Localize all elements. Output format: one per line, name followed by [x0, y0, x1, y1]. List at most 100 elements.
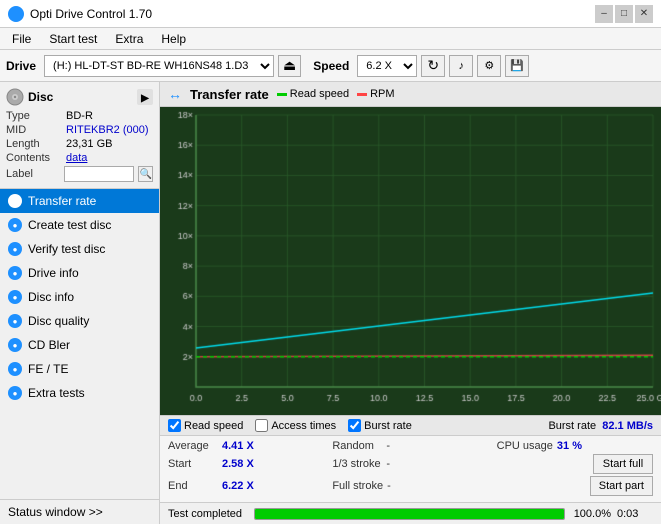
access-times-checkbox[interactable] — [255, 419, 268, 432]
refresh-button[interactable]: ↻ — [421, 55, 445, 77]
disc-label-row: Label 🔍 — [6, 166, 153, 182]
stat-start-full-area: Start full — [497, 454, 653, 474]
nav-item-create-test-disc[interactable]: ● Create test disc — [0, 213, 159, 237]
stats-row-1: Start 2.58 X 1/3 stroke - Start full — [168, 454, 653, 474]
drive-select[interactable]: (H:) HL-DT-ST BD-RE WH16NS48 1.D3 — [44, 55, 274, 77]
read-speed-checkbox[interactable] — [168, 419, 181, 432]
menu-help[interactable]: Help — [153, 30, 194, 48]
settings-button[interactable]: ⚙ — [477, 55, 501, 77]
burst-rate-checkbox-label[interactable]: Burst rate — [348, 419, 412, 432]
nav-label-disc-info: Disc info — [28, 290, 74, 304]
start-part-button[interactable]: Start part — [590, 476, 653, 496]
menu-start-test[interactable]: Start test — [41, 30, 105, 48]
legend-read-dot — [277, 93, 287, 96]
music-button[interactable]: ♪ — [449, 55, 473, 77]
stat-full-stroke-value: - — [387, 480, 391, 492]
nav-item-fe-te[interactable]: ● FE / TE — [0, 357, 159, 381]
speed-select[interactable]: 6.2 X Max 1.0 X 2.0 X 4.0 X 8.0 X — [357, 55, 417, 77]
stat-average: Average 4.41 X — [168, 440, 324, 452]
disc-label: Disc — [28, 90, 53, 104]
disc-icon — [6, 88, 24, 106]
disc-label-input[interactable] — [64, 166, 134, 182]
stat-end-label: End — [168, 480, 218, 492]
nav-list: ● Transfer rate ● Create test disc ● Ver… — [0, 189, 159, 499]
title-bar: Opti Drive Control 1.70 – □ ✕ — [0, 0, 661, 28]
status-window-button[interactable]: Status window >> — [0, 499, 159, 524]
save-button[interactable]: 💾 — [505, 55, 529, 77]
disc-mid-label: MID — [6, 124, 66, 136]
stat-cpu-value: 31 % — [557, 440, 597, 452]
nav-item-verify-test-disc[interactable]: ● Verify test disc — [0, 237, 159, 261]
menu-file[interactable]: File — [4, 30, 39, 48]
access-times-label: Access times — [271, 420, 336, 432]
legend-read-label: Read speed — [290, 88, 349, 100]
stat-start: Start 2.58 X — [168, 458, 324, 470]
eject-button[interactable]: ⏏ — [278, 55, 301, 77]
disc-contents-label: Contents — [6, 152, 66, 164]
disc-contents-value[interactable]: data — [66, 152, 87, 164]
nav-dot-fe-te: ● — [8, 362, 22, 376]
chart-title: Transfer rate — [190, 87, 269, 102]
main-area: Disc ▶ Type BD-R MID RITEKBR2 (000) Leng… — [0, 82, 661, 524]
stat-cpu-label: CPU usage — [497, 440, 553, 452]
app-icon — [8, 6, 24, 22]
maximize-button[interactable]: □ — [615, 5, 633, 23]
stat-1-3-label: 1/3 stroke — [332, 458, 382, 470]
disc-type-value: BD-R — [66, 110, 93, 122]
progress-bar-area: Test completed 100.0% 0:03 — [160, 502, 661, 524]
menu-extra[interactable]: Extra — [107, 30, 151, 48]
progress-fill — [255, 509, 564, 519]
disc-label-action-button[interactable]: 🔍 — [138, 166, 153, 182]
nav-item-cd-bler[interactable]: ● CD Bler — [0, 333, 159, 357]
chart-icon: ↔ — [168, 86, 182, 102]
access-times-checkbox-label[interactable]: Access times — [255, 419, 336, 432]
stats-row-2: End 6.22 X Full stroke - Start part — [168, 476, 653, 496]
nav-dot-extra-tests: ● — [8, 386, 22, 400]
svg-text:▶: ▶ — [140, 93, 150, 104]
nav-dot-verify-test-disc: ● — [8, 242, 22, 256]
nav-item-drive-info[interactable]: ● Drive info — [0, 261, 159, 285]
title-bar-left: Opti Drive Control 1.70 — [8, 6, 152, 22]
stat-start-part-area: Start part — [497, 476, 653, 496]
disc-contents-row: Contents data — [6, 152, 153, 164]
stat-average-label: Average — [168, 440, 218, 452]
disc-action-icon[interactable]: ▶ — [137, 89, 153, 105]
nav-item-disc-info[interactable]: ● Disc info — [0, 285, 159, 309]
nav-dot-disc-quality: ● — [8, 314, 22, 328]
chart-controls: Read speed Access times Burst rate Burst… — [160, 415, 661, 435]
stats-row-0: Average 4.41 X Random - CPU usage 31 % — [168, 440, 653, 452]
stats-area: Average 4.41 X Random - CPU usage 31 % S… — [160, 435, 661, 502]
chart-area — [160, 107, 661, 415]
close-button[interactable]: ✕ — [635, 5, 653, 23]
burst-rate-label: Burst rate — [364, 420, 412, 432]
start-full-button[interactable]: Start full — [593, 454, 653, 474]
nav-item-disc-quality[interactable]: ● Disc quality — [0, 309, 159, 333]
nav-item-extra-tests[interactable]: ● Extra tests — [0, 381, 159, 405]
stat-full-stroke: Full stroke - — [332, 480, 488, 492]
chart-header: ↔ Transfer rate Read speed RPM — [160, 82, 661, 107]
content-area: ↔ Transfer rate Read speed RPM Read spee… — [160, 82, 661, 524]
stat-average-value: 4.41 X — [222, 440, 262, 452]
progress-track — [254, 508, 565, 520]
burst-rate-value: 82.1 MB/s — [602, 420, 653, 432]
disc-label-key: Label — [6, 168, 60, 180]
disc-mid-value: RITEKBR2 (000) — [66, 124, 149, 136]
stat-1-3-value: - — [386, 458, 390, 470]
read-speed-label: Read speed — [184, 420, 243, 432]
burst-rate-checkbox[interactable] — [348, 419, 361, 432]
minimize-button[interactable]: – — [595, 5, 613, 23]
sidebar: Disc ▶ Type BD-R MID RITEKBR2 (000) Leng… — [0, 82, 160, 524]
nav-item-transfer-rate[interactable]: ● Transfer rate — [0, 189, 159, 213]
toolbar: Drive (H:) HL-DT-ST BD-RE WH16NS48 1.D3 … — [0, 50, 661, 82]
nav-label-extra-tests: Extra tests — [28, 386, 85, 400]
disc-type-row: Type BD-R — [6, 110, 153, 122]
drive-label: Drive — [6, 59, 36, 73]
read-speed-checkbox-label[interactable]: Read speed — [168, 419, 243, 432]
nav-label-transfer-rate: Transfer rate — [28, 194, 96, 208]
status-window-label: Status window >> — [8, 505, 103, 519]
status-text: Test completed — [168, 508, 248, 520]
stat-start-value: 2.58 X — [222, 458, 262, 470]
burst-rate-value-label: Burst rate 82.1 MB/s — [548, 420, 653, 432]
time-label: 0:03 — [617, 508, 653, 520]
disc-length-label: Length — [6, 138, 66, 150]
